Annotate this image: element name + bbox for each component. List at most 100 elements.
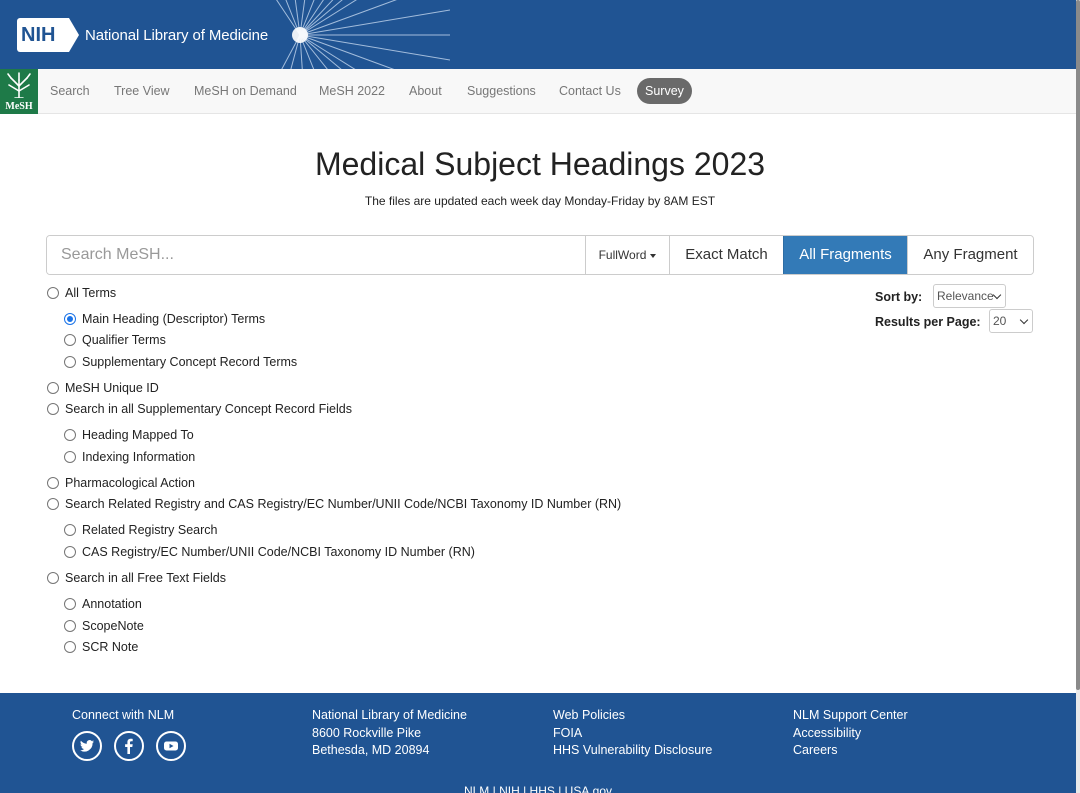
footer-link-support-center[interactable]: NLM Support Center — [793, 707, 908, 725]
main-nav: MeSH Search Tree View MeSH on Demand MeS… — [0, 69, 1076, 114]
sort-by-label: Sort by: — [875, 290, 923, 304]
footer-policies: Web Policies FOIA HHS Vulnerability Disc… — [553, 707, 712, 760]
radio-button[interactable] — [64, 429, 76, 441]
radio-button[interactable] — [64, 641, 76, 653]
radio-button[interactable] — [47, 477, 59, 489]
radio-button[interactable] — [64, 524, 76, 536]
radio-free-text[interactable]: Search in all Free Text Fields — [47, 570, 226, 586]
radio-button[interactable] — [64, 451, 76, 463]
nav-mesh-2022[interactable]: MeSH 2022 — [319, 69, 385, 114]
footer-connect: Connect with NLM — [72, 708, 175, 722]
any-fragment-button[interactable]: Any Fragment — [907, 236, 1033, 274]
nav-contact-us[interactable]: Contact Us — [559, 69, 621, 114]
results-per-page-label: Results per Page: — [875, 315, 981, 329]
radio-label: ScopeNote — [82, 619, 144, 633]
radio-button[interactable] — [47, 287, 59, 299]
results-per-page-select[interactable]: 20 — [989, 309, 1033, 333]
radio-supplementary[interactable]: Supplementary Concept Record Terms — [64, 354, 297, 370]
radio-pharma[interactable]: Pharmacological Action — [47, 475, 195, 491]
nav-survey[interactable]: Survey — [637, 78, 692, 104]
radio-label: MeSH Unique ID — [65, 381, 159, 395]
facebook-link[interactable] — [114, 731, 144, 761]
footer-link-accessibility[interactable]: Accessibility — [793, 725, 908, 743]
radio-all-terms[interactable]: All Terms — [47, 285, 116, 301]
radio-button[interactable] — [47, 572, 59, 584]
radio-label: All Terms — [65, 286, 117, 300]
nav-suggestions[interactable]: Suggestions — [467, 69, 536, 114]
radio-label: Annotation — [82, 597, 142, 611]
radio-scope-note[interactable]: ScopeNote — [64, 618, 144, 634]
radio-heading-mapped[interactable]: Heading Mapped To — [64, 427, 194, 443]
nav-about[interactable]: About — [409, 69, 442, 114]
radio-label: Pharmacological Action — [65, 476, 195, 490]
sort-by-select[interactable]: Relevance — [933, 284, 1006, 308]
radio-registry[interactable]: Search Related Registry and CAS Registry… — [47, 496, 621, 512]
mesh-logo[interactable]: MeSH — [0, 69, 38, 114]
page-subtitle: The files are updated each week day Mond… — [364, 194, 716, 208]
site-header: NIH National Library of Medicine — [0, 0, 1076, 69]
radio-button[interactable] — [64, 620, 76, 632]
radio-button[interactable] — [47, 403, 59, 415]
radio-annotation[interactable]: Annotation — [64, 596, 142, 612]
radio-button[interactable] — [64, 334, 76, 346]
youtube-link[interactable] — [156, 731, 186, 761]
scrollbar-thumb[interactable] — [1076, 0, 1080, 690]
footer-link-careers[interactable]: Careers — [793, 742, 908, 760]
radio-cas-registry[interactable]: CAS Registry/EC Number/UNII Code/NCBI Ta… — [64, 544, 475, 560]
nav-search[interactable]: Search — [50, 69, 90, 114]
radio-scr-fields[interactable]: Search in all Supplementary Concept Reco… — [47, 401, 352, 417]
footer-address: National Library of Medicine 8600 Rockvi… — [312, 707, 467, 760]
radio-label: Search in all Free Text Fields — [65, 571, 226, 585]
footer-link-hhs-vulnerability[interactable]: HHS Vulnerability Disclosure — [553, 742, 712, 760]
page-title: Medical Subject Headings 2023 — [314, 146, 766, 182]
footer-address-line: 8600 Rockville Pike — [312, 725, 422, 740]
radio-label: CAS Registry/EC Number/UNII Code/NCBI Ta… — [82, 545, 475, 559]
sort-by-value: Relevance — [937, 289, 994, 303]
footer-address-line: Bethesda, MD 20894 — [312, 743, 430, 757]
site-footer: Connect with NLM National Library of Med… — [0, 693, 1076, 793]
footer-support: NLM Support Center Accessibility Careers — [793, 707, 908, 760]
nih-logo[interactable]: NIH National Library of Medicine — [17, 18, 268, 52]
caret-down-icon — [650, 253, 657, 258]
radio-related-registry[interactable]: Related Registry Search — [64, 522, 217, 538]
radio-qualifier[interactable]: Qualifier Terms — [64, 332, 166, 348]
exact-match-button[interactable]: Exact Match — [669, 236, 783, 274]
twitter-link[interactable] — [72, 731, 102, 761]
nav-tree-view[interactable]: Tree View — [114, 69, 170, 114]
footer-link-foia[interactable]: FOIA — [553, 725, 712, 743]
radio-label: Main Heading (Descriptor) Terms — [82, 312, 266, 326]
nav-mesh-on-demand[interactable]: MeSH on Demand — [194, 69, 297, 114]
page-scrollbar[interactable] — [1076, 0, 1080, 793]
radio-main-heading[interactable]: Main Heading (Descriptor) Terms — [64, 311, 265, 327]
twitter-icon — [80, 740, 94, 752]
radio-label: Related Registry Search — [82, 523, 218, 537]
radio-unique-id[interactable]: MeSH Unique ID — [47, 380, 159, 396]
search-input[interactable] — [47, 236, 585, 274]
fullword-dropdown[interactable]: FullWord — [585, 236, 669, 274]
radio-button[interactable] — [64, 546, 76, 558]
radio-label: Search in all Supplementary Concept Reco… — [65, 402, 352, 416]
radio-button[interactable] — [64, 356, 76, 368]
radio-button[interactable] — [47, 498, 59, 510]
mesh-tree-icon — [7, 72, 31, 98]
fullword-label: FullWord — [598, 248, 647, 262]
footer-address-line[interactable]: National Library of Medicine — [312, 707, 467, 725]
footer-agency-links[interactable]: NLM | NIH | HHS | USA.gov — [0, 784, 1076, 793]
radio-button[interactable] — [64, 598, 76, 610]
radio-label: Supplementary Concept Record Terms — [82, 355, 298, 369]
radio-label: Heading Mapped To — [82, 428, 194, 442]
footer-link-web-policies[interactable]: Web Policies — [553, 707, 712, 725]
radio-button[interactable] — [47, 382, 59, 394]
radio-scr-note[interactable]: SCR Note — [64, 639, 138, 655]
radio-label: SCR Note — [82, 640, 139, 654]
chevron-down-icon — [1019, 315, 1029, 325]
chevron-down-icon — [992, 290, 1002, 300]
mesh-logo-text: MeSH — [5, 101, 33, 112]
youtube-icon — [164, 741, 178, 751]
search-bar: FullWord Exact Match All Fragments Any F… — [46, 235, 1034, 275]
radio-button-checked[interactable] — [64, 313, 76, 325]
radio-indexing-info[interactable]: Indexing Information — [64, 449, 195, 465]
all-fragments-button[interactable]: All Fragments — [783, 236, 907, 274]
radio-label: Search Related Registry and CAS Registry… — [65, 497, 622, 511]
radio-label: Qualifier Terms — [82, 333, 166, 347]
